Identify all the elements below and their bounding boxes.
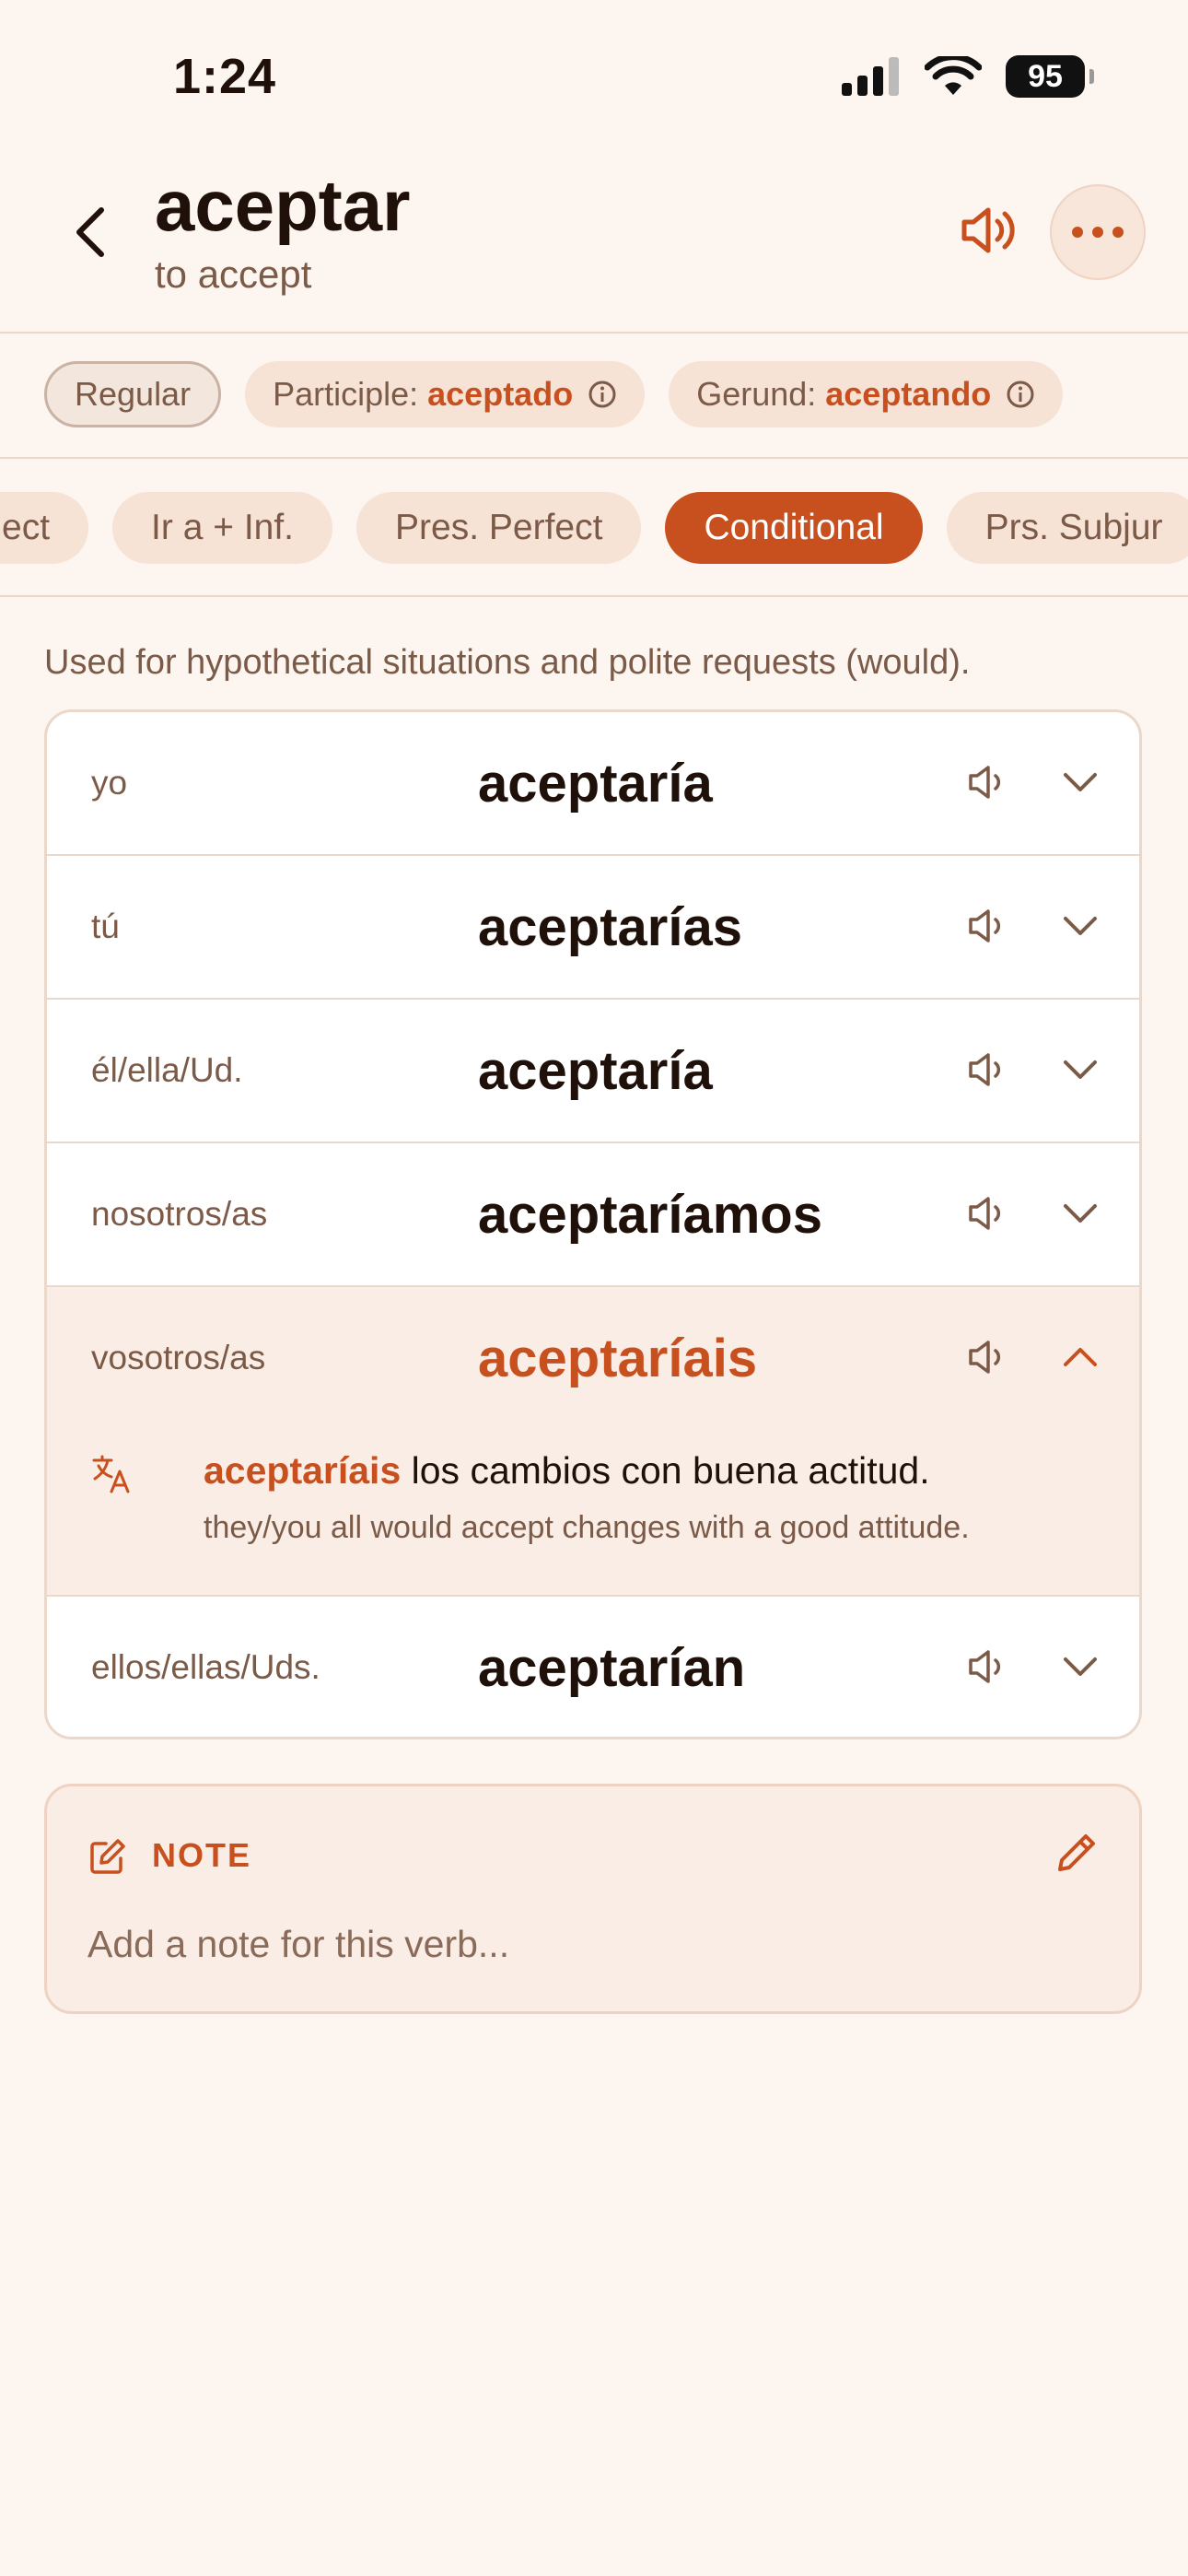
play-audio-button[interactable] <box>961 898 1016 954</box>
speaker-icon <box>961 207 1015 253</box>
chevron-down-icon <box>1064 1204 1097 1223</box>
collapse-button[interactable] <box>1053 1329 1108 1385</box>
tab-conditional[interactable]: Conditional <box>665 492 923 564</box>
play-audio-button[interactable] <box>961 1186 1016 1241</box>
chevron-down-icon <box>1064 773 1097 791</box>
conjugation-row-nosotros[interactable]: nosotros/as aceptaríamos <box>47 1143 1139 1287</box>
note-card[interactable]: NOTE Add a note for this verb... <box>44 1784 1142 2014</box>
play-audio-button[interactable] <box>961 755 1016 810</box>
header-divider <box>0 332 1188 334</box>
play-audio-button[interactable] <box>961 1329 1016 1385</box>
expand-button[interactable] <box>1053 1639 1108 1694</box>
conjugation-row-el[interactable]: él/ella/Ud. aceptaría <box>47 1000 1139 1143</box>
more-dots-icon <box>1072 227 1083 238</box>
status-icons: 95 <box>840 55 1094 98</box>
tabs-divider <box>0 595 1188 597</box>
pronoun: vosotros/as <box>91 1339 266 1376</box>
note-placeholder[interactable]: Add a note for this verb... <box>87 1923 509 1966</box>
verb-title: aceptar <box>155 165 411 246</box>
expand-button[interactable] <box>1053 1042 1108 1097</box>
conjugation-table: yo aceptaría tú aceptarías él/ella/Ud. a… <box>44 709 1142 1739</box>
gerund-chip[interactable]: Gerund: aceptando <box>669 361 1064 427</box>
tab-pres-perfect[interactable]: Pres. Perfect <box>356 492 642 564</box>
gerund-label: Gerund: <box>696 375 817 413</box>
speaker-icon <box>969 1341 1001 1374</box>
wifi-icon <box>925 56 982 95</box>
conjugated-form: aceptaríamos <box>478 1184 822 1245</box>
cellular-signal-icon <box>842 57 899 96</box>
speaker-icon <box>969 1650 1001 1683</box>
play-audio-button[interactable] <box>961 1639 1016 1694</box>
expand-button[interactable] <box>1053 1186 1108 1241</box>
speaker-icon <box>969 909 1001 943</box>
play-verb-audio-button[interactable] <box>954 197 1024 263</box>
conjugation-row-tu[interactable]: tú aceptarías <box>47 856 1139 1000</box>
speaker-icon <box>969 1197 1001 1230</box>
example-text: aceptaríais los cambios con buena actitu… <box>204 1449 930 1493</box>
example-rest: los cambios con buena actitud. <box>401 1449 930 1492</box>
chevron-down-icon <box>1064 1657 1097 1676</box>
note-edit-icon <box>90 1839 125 1874</box>
translate-icon <box>92 1455 130 1493</box>
pronoun: ellos/ellas/Uds. <box>91 1648 320 1686</box>
battery-level: 95 <box>1028 58 1063 94</box>
pronoun: yo <box>91 764 128 802</box>
battery-icon: 95 <box>1006 55 1094 98</box>
verb-info-chips: Regular Participle: aceptado Gerund: ace… <box>44 361 1064 427</box>
conjugated-form: aceptaría <box>478 1040 713 1101</box>
conjugated-form: aceptaríais <box>478 1328 758 1388</box>
conjugated-form: aceptarían <box>478 1637 746 1698</box>
chevron-up-icon <box>1064 1348 1097 1366</box>
conjugation-row-ellos[interactable]: ellos/ellas/Uds. aceptarían <box>47 1597 1139 1737</box>
info-icon <box>1006 380 1035 409</box>
speaker-icon <box>969 766 1001 799</box>
back-chevron-icon <box>76 207 104 257</box>
pronoun: él/ella/Ud. <box>91 1051 243 1089</box>
regular-label: Regular <box>75 375 192 413</box>
more-options-button[interactable] <box>1050 184 1146 280</box>
back-button[interactable] <box>61 195 120 269</box>
tab-ir-a-inf[interactable]: Ir a + Inf. <box>112 492 333 564</box>
conjugated-form: aceptaría <box>478 753 713 814</box>
regular-chip: Regular <box>44 361 222 427</box>
note-label: NOTE <box>152 1836 252 1874</box>
tense-tabs: ect Ir a + Inf. Pres. Perfect Conditiona… <box>0 492 1188 564</box>
chevron-down-icon <box>1064 917 1097 935</box>
participle-label: Participle: <box>273 375 419 413</box>
chips-divider <box>0 457 1188 459</box>
example-translation: they/you all would accept changes with a… <box>204 1510 970 1545</box>
participle-chip[interactable]: Participle: aceptado <box>245 361 646 427</box>
play-audio-button[interactable] <box>961 1042 1016 1097</box>
tab-prs-subjunctive[interactable]: Prs. Subjur <box>946 492 1188 564</box>
participle-value: aceptado <box>427 375 574 413</box>
expand-button[interactable] <box>1053 898 1108 954</box>
conjugation-row-yo[interactable]: yo aceptaría <box>47 712 1139 856</box>
expand-button[interactable] <box>1053 755 1108 810</box>
pronoun: nosotros/as <box>91 1195 268 1233</box>
speaker-icon <box>969 1053 1001 1086</box>
status-time: 1:24 <box>173 49 277 104</box>
info-icon <box>588 380 617 409</box>
tense-description: Used for hypothetical situations and pol… <box>44 643 971 682</box>
pronoun: tú <box>91 907 120 945</box>
tab-imperfect[interactable]: ect <box>0 492 89 564</box>
chevron-down-icon <box>1064 1060 1097 1079</box>
verb-translation: to accept <box>155 252 312 296</box>
pencil-icon[interactable] <box>1054 1831 1099 1875</box>
conjugation-row-vosotros[interactable]: vosotros/as aceptaríais aceptaríais los … <box>47 1287 1139 1597</box>
example-highlight: aceptaríais <box>204 1449 402 1492</box>
gerund-value: aceptando <box>825 375 992 413</box>
conjugated-form: aceptarías <box>478 896 742 957</box>
